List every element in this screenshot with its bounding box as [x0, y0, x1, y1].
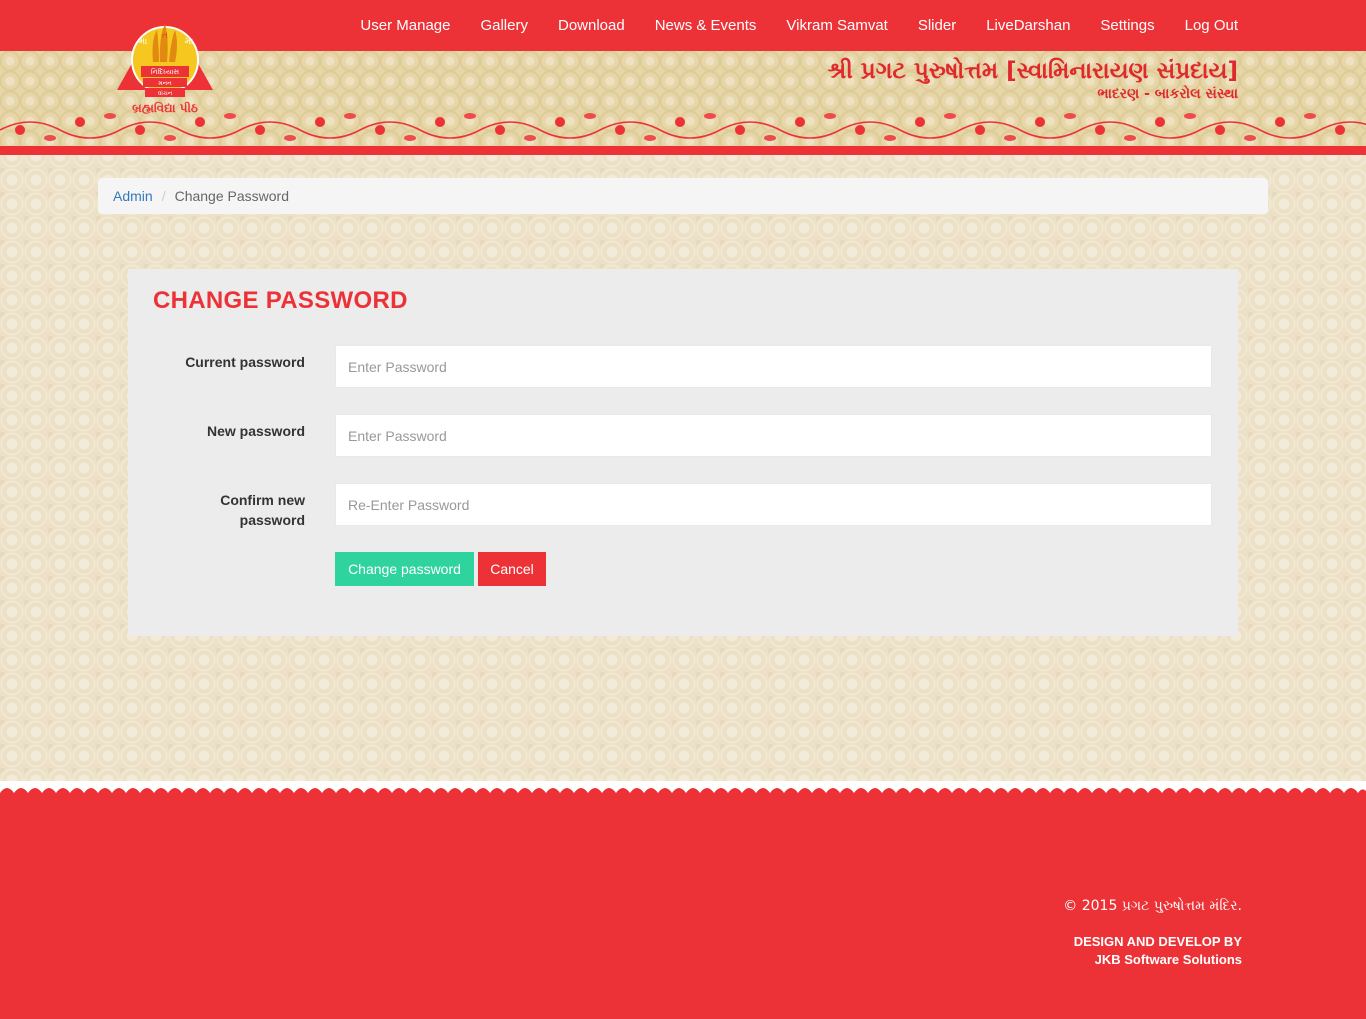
logo-bottom-text: બ્રહ્મવિદ્યા પીઠ — [132, 100, 198, 115]
nav-livedarshan[interactable]: LiveDarshan — [986, 17, 1070, 34]
footer-copyright: © 2015 પ્રગટ પુરુષોત્તમ મંદિર. — [1063, 898, 1242, 914]
breadcrumb-current: Change Password — [174, 188, 289, 204]
footer-company: JKB Software Solutions — [1094, 952, 1242, 967]
nav-user-manage[interactable]: User Manage — [360, 17, 450, 34]
confirm-password-input[interactable] — [335, 483, 1212, 526]
footer-scallop-edge — [0, 781, 1366, 801]
site-logo[interactable]: નિદિધ્યાસ મનન વાંચન મા ત મા બ્રહ્મવિદ્યા… — [113, 2, 217, 118]
nav-news-events[interactable]: News & Events — [655, 17, 757, 34]
current-password-label: Current password — [185, 354, 305, 370]
change-password-button[interactable]: Change password — [335, 552, 474, 586]
sampraday-subtitle: ભાદરણ - બાકરોલ સંસ્થા — [1097, 86, 1238, 102]
nav-download[interactable]: Download — [558, 17, 625, 34]
nav-settings[interactable]: Settings — [1100, 17, 1154, 34]
sampraday-title-block: શ્રી પ્રગટ પુરુષોત્તમ [સ્વામિનારાયણ સંપ્… — [827, 57, 1238, 103]
logo-center-line-3: વાંચન — [158, 90, 173, 97]
current-password-input[interactable] — [335, 345, 1212, 388]
logo-top-letter-3: મા — [185, 37, 194, 47]
logo-center-line-1: નિદિધ્યાસ — [151, 67, 180, 76]
nav-vikram-samvat[interactable]: Vikram Samvat — [786, 17, 887, 34]
breadcrumb-separator: / — [161, 188, 166, 204]
logo-top-letter-1: મા — [139, 37, 148, 47]
nav-gallery[interactable]: Gallery — [480, 17, 528, 34]
page-title: CHANGE PASSWORD — [153, 287, 408, 314]
nav-logout[interactable]: Log Out — [1185, 17, 1238, 34]
new-password-input[interactable] — [335, 414, 1212, 457]
sampraday-title: શ્રી પ્રગટ પુરુષોત્તમ [સ્વામિનારાયણ સંપ્… — [827, 58, 1238, 84]
confirm-password-label: Confirm new password — [220, 492, 305, 528]
logo-center-line-2: મનન — [158, 80, 172, 87]
new-password-label: New password — [206, 423, 305, 439]
banner-bottom-border — [0, 146, 1366, 155]
nav-slider[interactable]: Slider — [918, 17, 956, 34]
change-password-panel: CHANGE PASSWORD Current password New pas… — [128, 269, 1238, 636]
breadcrumb-admin-link[interactable]: Admin — [113, 188, 153, 204]
logo-top-letter-2: ત — [162, 31, 168, 41]
breadcrumb: Admin / Change Password — [98, 178, 1268, 214]
footer-design-by: DESIGN AND DEVELOP BY — [1073, 934, 1242, 949]
main-nav: User Manage Gallery Download News & Even… — [330, 0, 1238, 51]
cancel-button[interactable]: Cancel — [478, 552, 546, 586]
